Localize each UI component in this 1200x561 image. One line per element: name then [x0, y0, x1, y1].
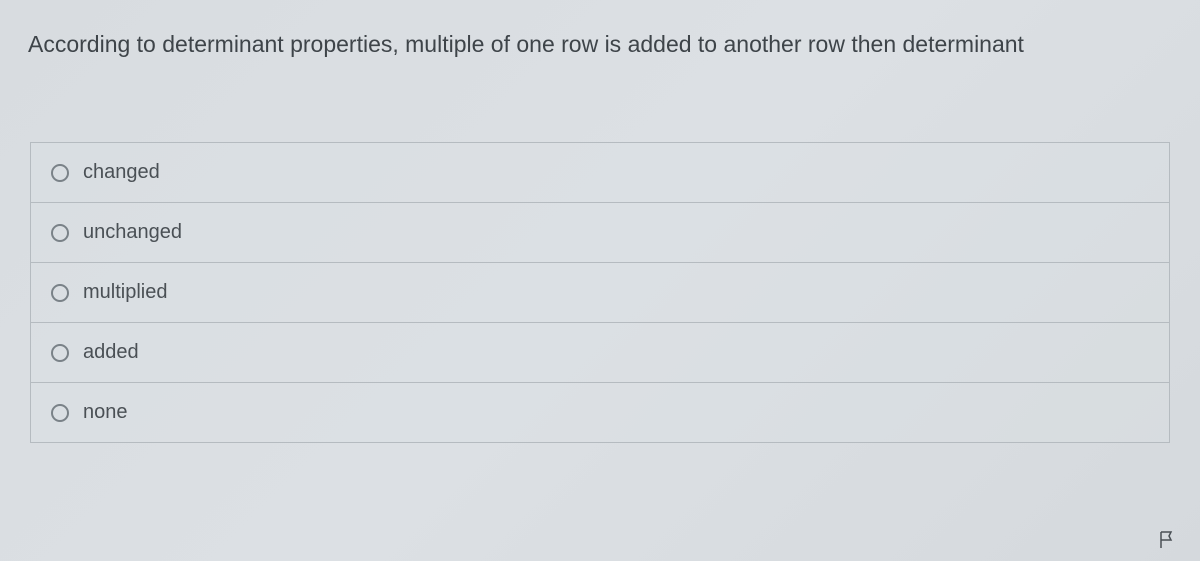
radio-icon[interactable]: [51, 404, 69, 422]
option-label: changed: [83, 161, 160, 184]
option-row-added[interactable]: added: [31, 323, 1169, 383]
radio-icon[interactable]: [51, 164, 69, 182]
option-row-multiplied[interactable]: multiplied: [31, 263, 1169, 323]
options-list: changed unchanged multiplied added none: [30, 142, 1170, 443]
option-label: none: [83, 401, 128, 424]
flag-icon[interactable]: [1158, 530, 1176, 555]
option-row-none[interactable]: none: [31, 383, 1169, 443]
radio-icon[interactable]: [51, 344, 69, 362]
question-container: According to determinant properties, mul…: [0, 0, 1200, 60]
option-label: unchanged: [83, 221, 182, 244]
option-row-unchanged[interactable]: unchanged: [31, 203, 1169, 263]
option-row-changed[interactable]: changed: [31, 143, 1169, 203]
question-text: According to determinant properties, mul…: [28, 28, 1172, 60]
option-label: added: [83, 341, 139, 364]
option-label: multiplied: [83, 281, 167, 304]
radio-icon[interactable]: [51, 224, 69, 242]
radio-icon[interactable]: [51, 284, 69, 302]
